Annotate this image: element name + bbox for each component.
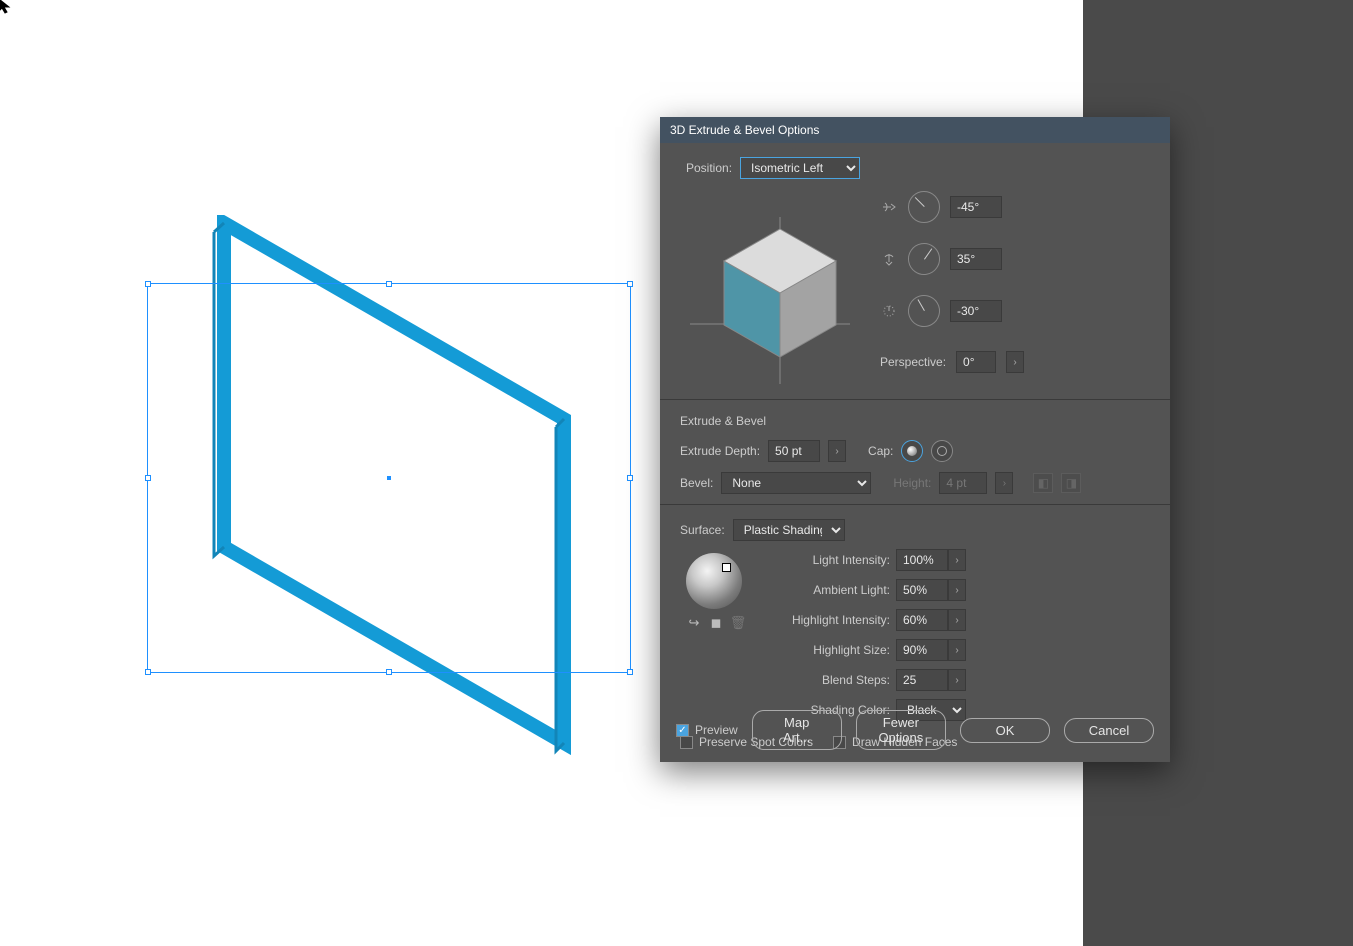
preview-label: Preview	[695, 723, 738, 737]
bevel-height-input	[939, 472, 987, 494]
highlight-size-stepper[interactable]: ›	[948, 639, 966, 661]
bbox-handle-br[interactable]	[627, 669, 633, 675]
cancel-button[interactable]: Cancel	[1064, 718, 1154, 743]
light-sphere-preview[interactable]	[686, 553, 742, 609]
surface-label: Surface:	[680, 523, 725, 537]
position-label: Position:	[686, 161, 732, 175]
blend-steps-stepper[interactable]: ›	[948, 669, 966, 691]
delete-light-icon: 🗑	[730, 615, 746, 631]
move-light-back-icon[interactable]: ↪	[686, 615, 702, 631]
bevel-height-stepper: ›	[995, 472, 1013, 494]
bbox-handle-bc[interactable]	[386, 669, 392, 675]
ambient-light-stepper[interactable]: ›	[948, 579, 966, 601]
ambient-light-label: Ambient Light:	[784, 583, 896, 597]
axis-x-icon	[880, 198, 898, 216]
highlight-intensity-input[interactable]	[896, 609, 948, 631]
light-intensity-label: Light Intensity:	[784, 553, 896, 567]
bevel-select[interactable]: None	[721, 472, 871, 494]
bbox-handle-ml[interactable]	[145, 475, 151, 481]
cursor-icon	[0, 0, 14, 14]
bevel-extent-out-icon: ◨	[1061, 473, 1081, 493]
perspective-label: Perspective:	[880, 355, 946, 369]
bevel-height-label: Height:	[893, 476, 931, 490]
new-light-icon[interactable]: ◼	[708, 615, 724, 631]
bbox-center	[387, 476, 391, 480]
extrude-depth-input[interactable]	[768, 440, 820, 462]
rotation-x-dial[interactable]	[901, 184, 946, 229]
dialog-3d-extrude-bevel: 3D Extrude & Bevel Options Position: Iso…	[660, 117, 1170, 762]
extrude-depth-label: Extrude Depth:	[680, 444, 760, 458]
highlight-intensity-stepper[interactable]: ›	[948, 609, 966, 631]
highlight-intensity-label: Highlight Intensity:	[784, 613, 896, 627]
selection-bounding-box[interactable]	[147, 283, 631, 673]
axis-y-icon	[880, 250, 898, 268]
rotation-x-input[interactable]	[950, 196, 1002, 218]
extrude-bevel-heading: Extrude & Bevel	[680, 414, 1150, 428]
cap-on-button[interactable]	[901, 440, 923, 462]
axis-z-icon	[880, 302, 898, 320]
rotation-y-dial[interactable]	[902, 237, 947, 282]
bevel-label: Bevel:	[680, 476, 713, 490]
highlight-size-input[interactable]	[896, 639, 948, 661]
perspective-stepper[interactable]: ›	[1006, 351, 1024, 373]
blend-steps-label: Blend Steps:	[784, 673, 896, 687]
bbox-handle-bl[interactable]	[145, 669, 151, 675]
bevel-extent-in-icon: ◧	[1033, 473, 1053, 493]
rotation-cube-preview[interactable]	[680, 189, 860, 389]
rotation-z-dial[interactable]	[902, 289, 946, 333]
light-intensity-input[interactable]	[896, 549, 948, 571]
dialog-title: 3D Extrude & Bevel Options	[660, 117, 1170, 143]
preview-checkbox[interactable]: ✓ Preview	[676, 723, 738, 737]
cap-label: Cap:	[868, 444, 893, 458]
highlight-size-label: Highlight Size:	[784, 643, 896, 657]
ok-button[interactable]: OK	[960, 718, 1050, 743]
fewer-options-button[interactable]: Fewer Options	[856, 710, 946, 750]
cap-off-button[interactable]	[931, 440, 953, 462]
light-position-marker[interactable]	[722, 563, 731, 572]
bbox-handle-tr[interactable]	[627, 281, 633, 287]
surface-select[interactable]: Plastic Shading	[733, 519, 845, 541]
rotation-z-input[interactable]	[950, 300, 1002, 322]
blend-steps-input[interactable]	[896, 669, 948, 691]
rotation-y-input[interactable]	[950, 248, 1002, 270]
bbox-handle-tl[interactable]	[145, 281, 151, 287]
bbox-handle-mr[interactable]	[627, 475, 633, 481]
ambient-light-input[interactable]	[896, 579, 948, 601]
position-select[interactable]: Isometric Left	[740, 157, 860, 179]
map-art-button[interactable]: Map Art...	[752, 710, 842, 750]
bbox-handle-tc[interactable]	[386, 281, 392, 287]
light-intensity-stepper[interactable]: ›	[948, 549, 966, 571]
extrude-depth-stepper[interactable]: ›	[828, 440, 846, 462]
perspective-input[interactable]	[956, 351, 996, 373]
